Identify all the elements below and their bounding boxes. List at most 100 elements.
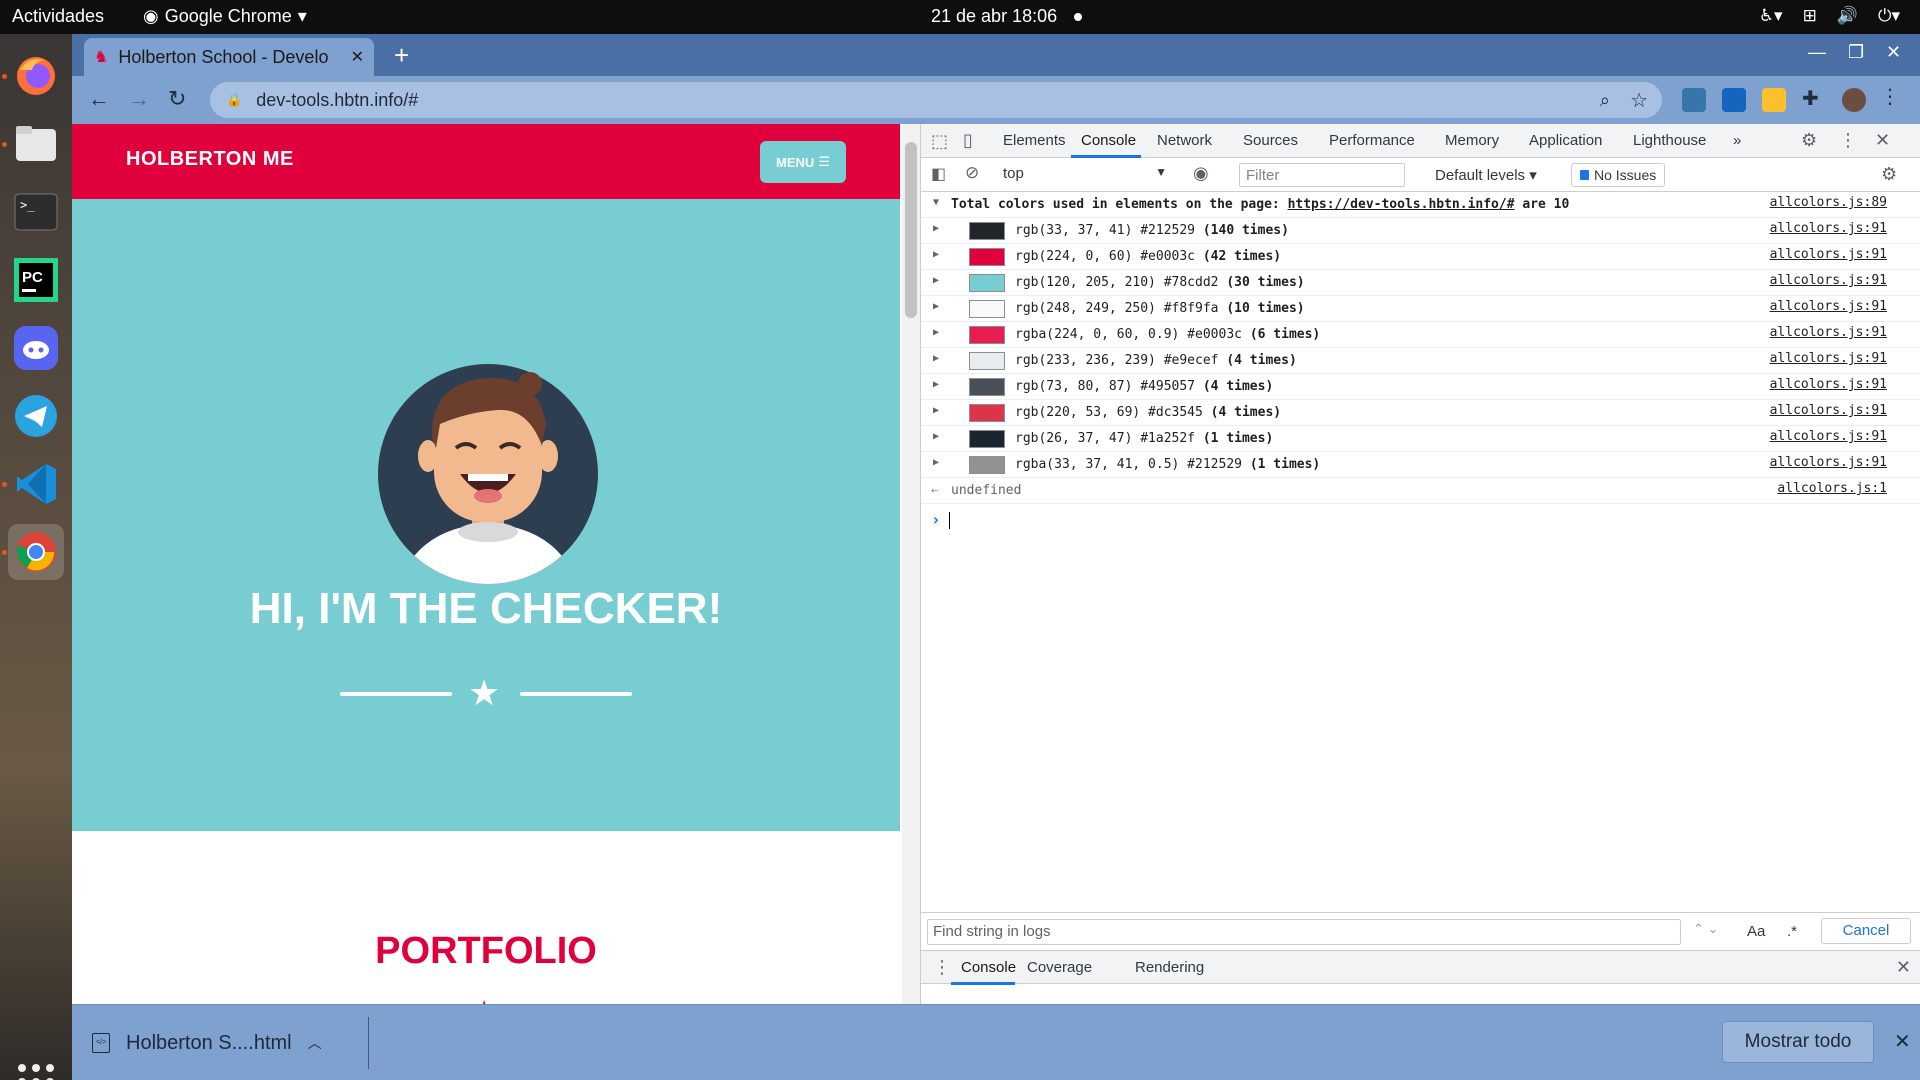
tab-lighthouse[interactable]: Lighthouse [1633, 132, 1706, 149]
source-link[interactable]: allcolors.js:91 [1770, 247, 1887, 262]
console-color-row[interactable]: ▶ rgb(220, 53, 69) #dc3545 (4 times) allco… [921, 400, 1920, 426]
live-expression-eye-icon[interactable]: ◉ [1193, 163, 1209, 184]
forward-button[interactable]: → [128, 86, 150, 112]
console-color-row[interactable]: ▶ rgb(73, 80, 87) #495057 (4 times) allcol… [921, 374, 1920, 400]
bookmark-star-icon[interactable]: ☆ [1630, 88, 1648, 113]
minimize-button[interactable]: — [1808, 42, 1826, 63]
discord-launcher[interactable] [8, 320, 64, 376]
console-color-row[interactable]: ▶ rgb(26, 37, 47) #1a252f (1 times) allcol… [921, 426, 1920, 452]
telegram-launcher[interactable] [8, 388, 64, 444]
expand-triangle-icon[interactable]: ▶ [933, 249, 939, 260]
console-color-row[interactable]: ▶ rgb(248, 249, 250) #f8f9fa (10 times) al… [921, 296, 1920, 322]
drive-extension-icon[interactable] [1762, 88, 1786, 112]
tab-memory[interactable]: Memory [1445, 132, 1499, 149]
firefox-launcher[interactable] [8, 48, 64, 104]
source-link[interactable]: allcolors.js:91 [1770, 325, 1887, 340]
tab-performance[interactable]: Performance [1329, 132, 1415, 149]
expand-triangle-icon[interactable]: ▶ [933, 223, 939, 234]
re-extension-icon[interactable] [1722, 88, 1746, 112]
expand-triangle-icon[interactable]: ▶ [933, 431, 939, 442]
reload-button[interactable]: ↻ [168, 86, 186, 112]
console-input-caret[interactable] [949, 512, 950, 529]
system-tray[interactable]: ♿▾ ⊞ 🔊 ⏻▾ [1759, 6, 1900, 26]
expand-triangle-icon[interactable]: ▶ [933, 327, 939, 338]
inspect-element-icon[interactable]: ⬚ [931, 131, 948, 152]
console-filter-input[interactable]: Filter [1239, 163, 1405, 187]
cancel-button[interactable]: Cancel [1821, 918, 1911, 944]
source-link[interactable]: allcolors.js:91 [1770, 455, 1887, 470]
menu-button[interactable]: MENU ☰ [760, 141, 846, 183]
expand-triangle-icon[interactable]: ▶ [933, 353, 939, 364]
tab-network[interactable]: Network [1157, 132, 1212, 149]
profile-avatar[interactable] [1842, 88, 1866, 112]
console-color-row[interactable]: ▶ rgb(224, 0, 60) #e0003c (42 times) allco… [921, 244, 1920, 270]
drawer-tab-coverage[interactable]: Coverage [1027, 959, 1092, 976]
close-devtools-icon[interactable]: ✕ [1875, 130, 1890, 151]
regex-button[interactable]: .* [1787, 923, 1797, 940]
browser-tab[interactable]: ♞ Holberton School - Develo ✕ [84, 38, 374, 76]
console-color-row[interactable]: ▶ rgb(120, 205, 210) #78cdd2 (30 times) al… [921, 270, 1920, 296]
customize-menu-icon[interactable]: ⋮ [1839, 130, 1857, 151]
expand-triangle-icon[interactable]: ▶ [933, 457, 939, 468]
find-prev-next-buttons[interactable]: ⌃ ⌄ [1693, 921, 1718, 937]
chrome-launcher[interactable] [8, 524, 64, 580]
activities-button[interactable]: Actividades [12, 6, 104, 27]
pycharm-launcher[interactable]: PC [8, 252, 64, 308]
new-tab-button[interactable]: + [394, 40, 409, 71]
issues-button[interactable]: No Issues [1571, 163, 1666, 187]
find-input[interactable]: Find string in logs [927, 919, 1681, 945]
vscode-launcher[interactable] [8, 456, 64, 512]
close-drawer-icon[interactable]: ✕ [1896, 957, 1911, 978]
console-color-row[interactable]: ▶ rgba(224, 0, 60, 0.9) #e0003c (6 times)… [921, 322, 1920, 348]
chrome-menu-icon[interactable]: ⋮ [1880, 84, 1904, 108]
page-scrollbar[interactable] [902, 124, 920, 1004]
source-link[interactable]: allcolors.js:91 [1770, 273, 1887, 288]
site-brand[interactable]: HOLBERTON ME [126, 148, 294, 171]
tab-console[interactable]: Console [1081, 132, 1136, 149]
settings-gear-icon[interactable]: ⚙ [1801, 130, 1817, 151]
close-shelf-icon[interactable]: ✕ [1894, 1029, 1911, 1054]
log-levels-dropdown[interactable]: Default levels ▾ [1435, 166, 1537, 184]
page-url-link[interactable]: https://dev-tools.hbtn.info/# [1288, 197, 1515, 212]
lock-icon[interactable]: 🔒 [226, 92, 242, 108]
tab-sources[interactable]: Sources [1243, 132, 1298, 149]
drawer-tab-console[interactable]: Console [961, 959, 1016, 976]
expand-triangle-icon[interactable]: ▶ [933, 405, 939, 416]
clear-console-icon[interactable]: ⊘ [965, 163, 979, 183]
console-color-row[interactable]: ▶ rgb(33, 37, 41) #212529 (140 times) allc… [921, 218, 1920, 244]
files-launcher[interactable] [8, 116, 64, 172]
source-link[interactable]: allcolors.js:91 [1770, 403, 1887, 418]
console-settings-gear-icon[interactable]: ⚙ [1881, 164, 1897, 185]
drawer-tab-rendering[interactable]: Rendering [1135, 959, 1204, 976]
python-extension-icon[interactable] [1682, 88, 1706, 112]
app-menu[interactable]: ◉ Google Chrome ▾ [143, 6, 307, 27]
device-toolbar-icon[interactable]: ▯ [963, 130, 973, 151]
show-all-button[interactable]: Mostrar todo [1722, 1021, 1874, 1063]
sidebar-toggle-icon[interactable]: ◧ [931, 164, 946, 184]
close-window-button[interactable]: ✕ [1886, 42, 1901, 63]
source-link[interactable]: allcolors.js:89 [1770, 195, 1887, 210]
source-link[interactable]: allcolors.js:91 [1770, 299, 1887, 314]
restore-button[interactable]: ❐ [1848, 42, 1864, 63]
source-link[interactable]: allcolors.js:1 [1777, 481, 1887, 496]
context-selector[interactable]: top ▼ [1003, 165, 1173, 187]
zoom-icon[interactable]: ⌕ [1600, 90, 1610, 111]
chevron-up-icon[interactable]: ︿ [308, 1033, 322, 1053]
more-tabs-button[interactable]: » [1733, 132, 1741, 149]
source-link[interactable]: allcolors.js:91 [1770, 429, 1887, 444]
tab-elements[interactable]: Elements [1003, 132, 1066, 149]
expand-triangle-icon[interactable]: ▶ [933, 379, 939, 390]
tab-close-icon[interactable]: ✕ [351, 47, 364, 67]
accessibility-icon[interactable]: ♿▾ [1759, 6, 1783, 26]
clock[interactable]: 21 de abr 18:06 [931, 6, 1057, 27]
match-case-button[interactable]: Aa [1747, 923, 1765, 940]
collapse-triangle-icon[interactable]: ▼ [933, 197, 939, 208]
address-bar[interactable]: 🔒 dev-tools.hbtn.info/# ⌕ ☆ [210, 82, 1662, 118]
console-color-row[interactable]: ▶ rgb(233, 236, 239) #e9ecef (4 times) all… [921, 348, 1920, 374]
source-link[interactable]: allcolors.js:91 [1770, 377, 1887, 392]
expand-triangle-icon[interactable]: ▶ [933, 275, 939, 286]
drawer-menu-icon[interactable]: ⋮ [933, 957, 951, 978]
tab-application[interactable]: Application [1529, 132, 1602, 149]
download-item[interactable]: </> Holberton S....html ︿ [92, 1021, 342, 1065]
show-applications-button[interactable] [14, 1060, 58, 1080]
